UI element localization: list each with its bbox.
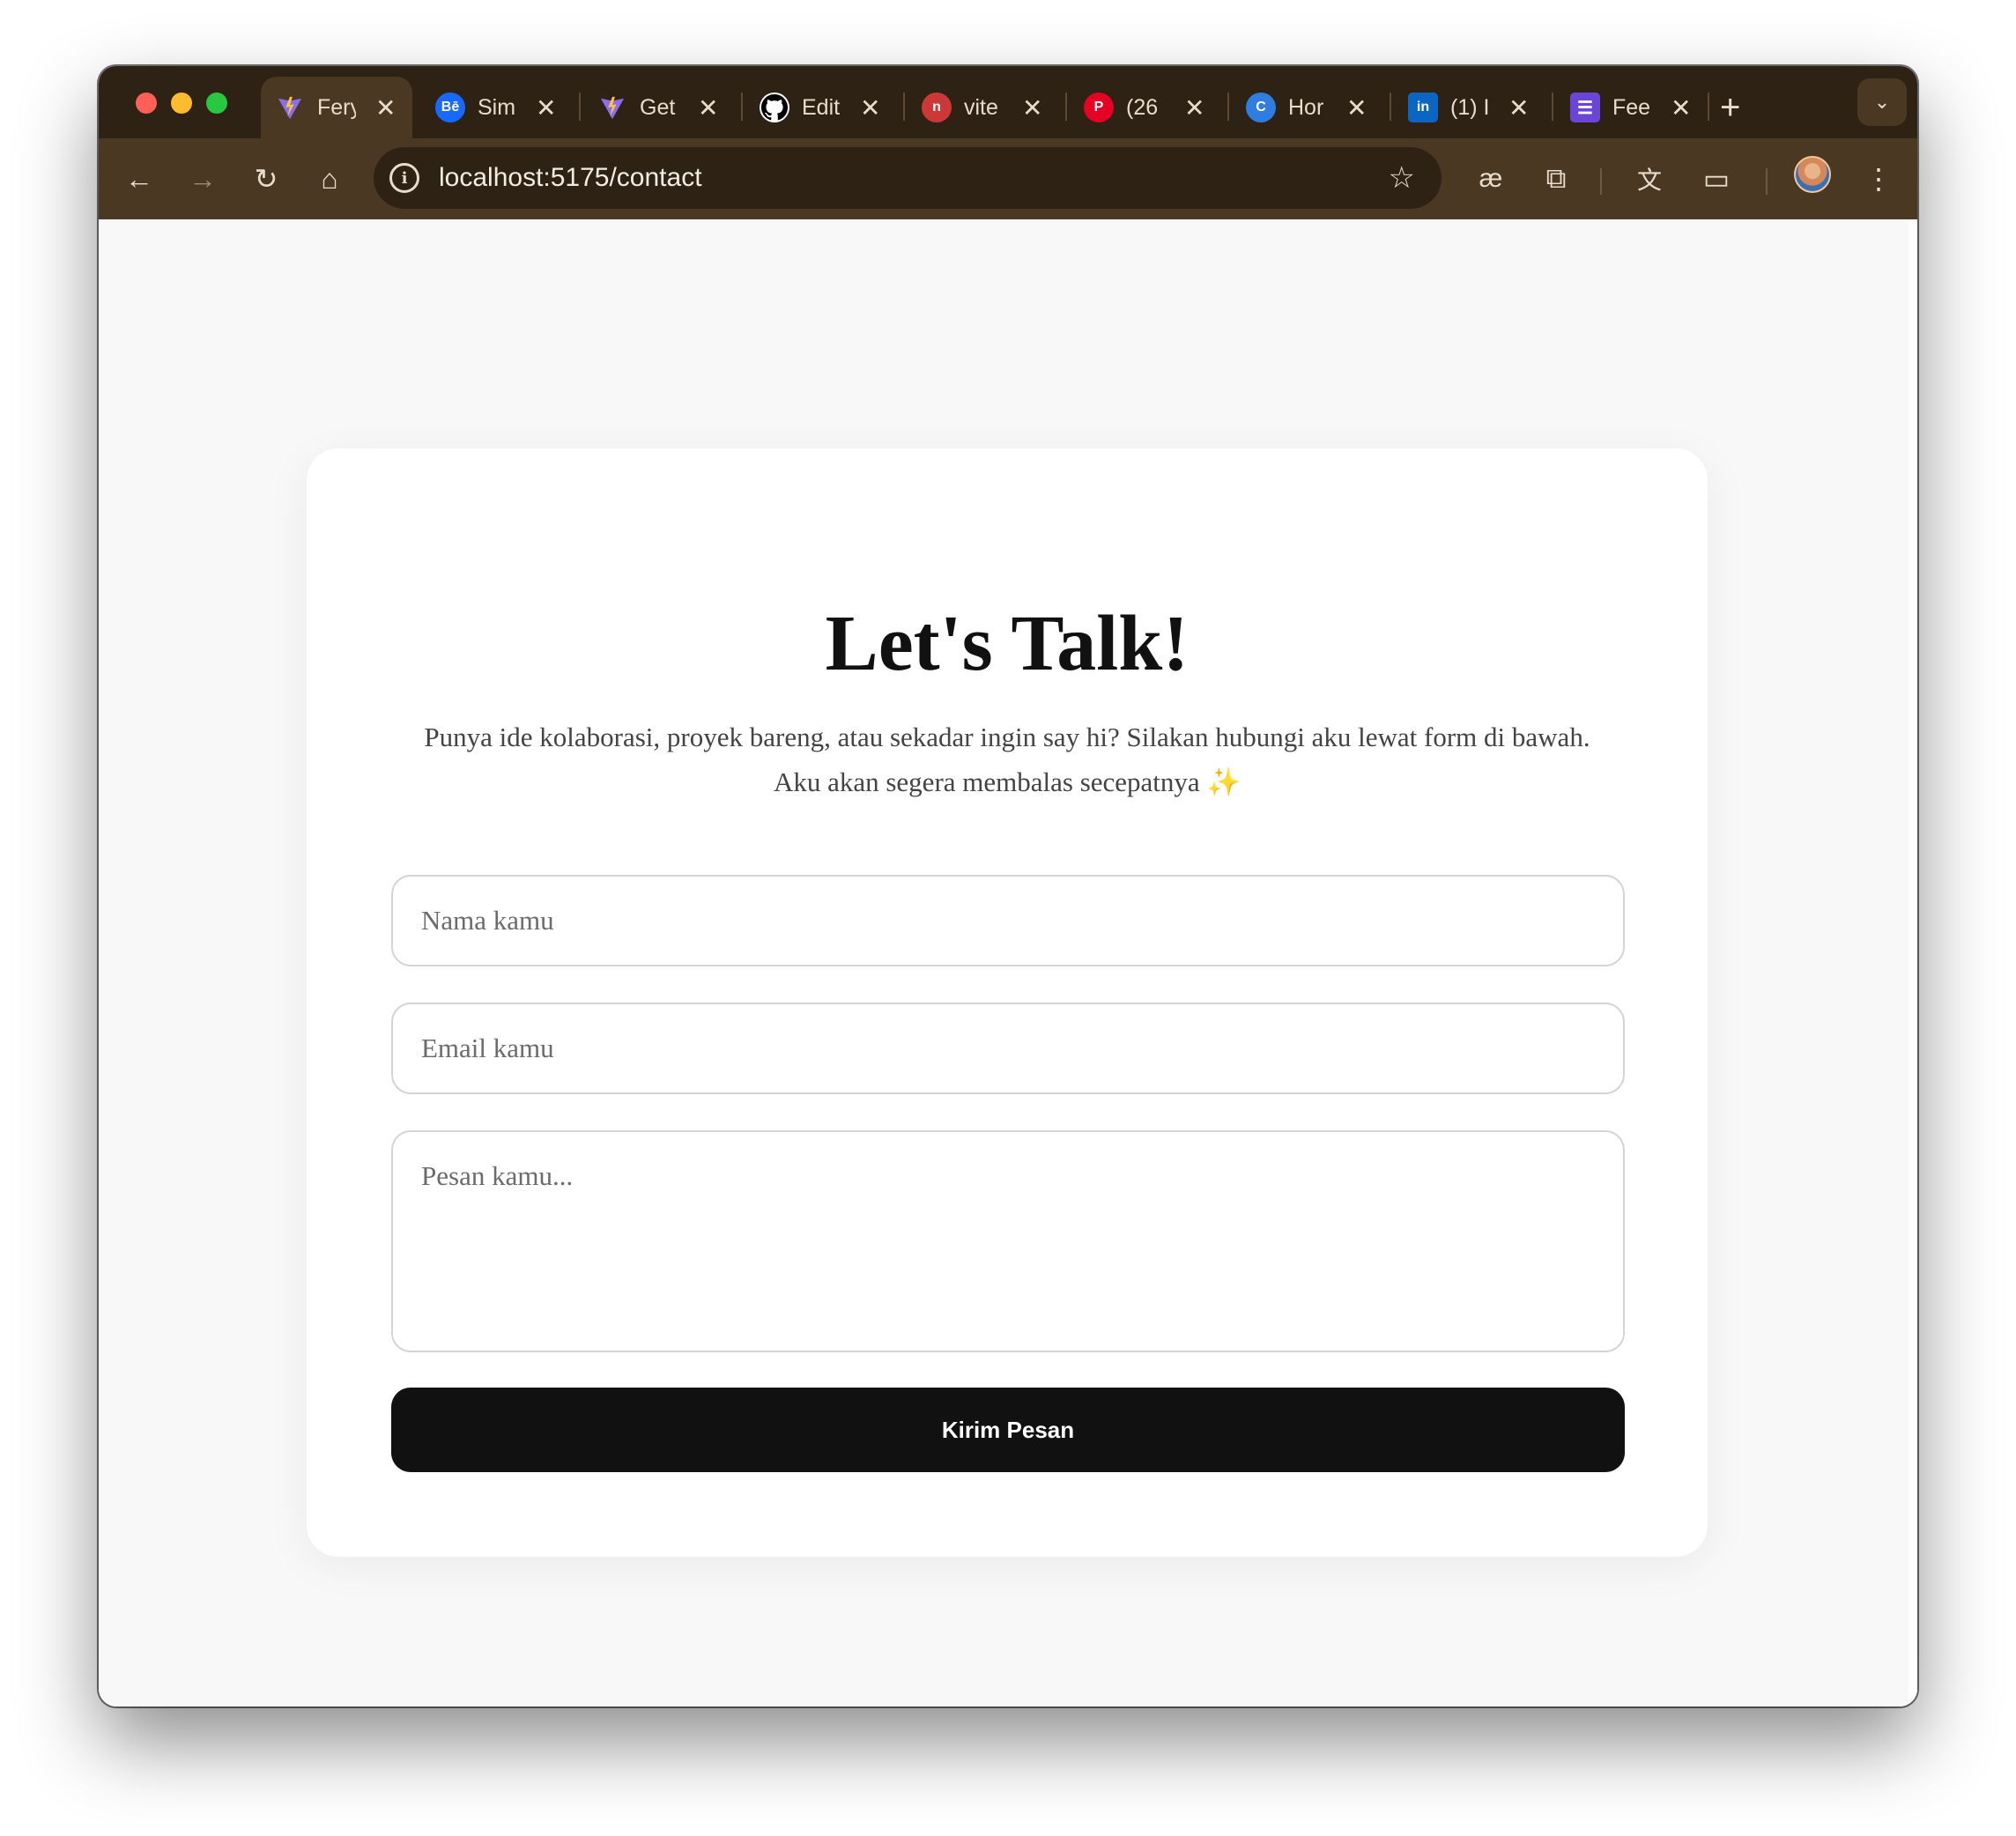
- tab-title: vite: [964, 94, 998, 120]
- site-info-icon[interactable]: i: [389, 163, 419, 193]
- more-vertical-icon: ⋮: [1864, 163, 1893, 195]
- tab-3[interactable]: Edit ✕: [745, 77, 897, 138]
- npm-icon: n: [922, 93, 952, 122]
- page-title: Let's Talk!: [825, 600, 1190, 687]
- close-icon[interactable]: ✕: [1671, 93, 1691, 122]
- list-icon: ☰: [1570, 93, 1600, 122]
- profile-avatar[interactable]: [1794, 156, 1831, 193]
- page-right-edge: [1909, 219, 1917, 1706]
- ae-extension-icon: æ: [1479, 164, 1503, 193]
- tab-7[interactable]: in (1) I ✕: [1394, 77, 1545, 138]
- close-icon[interactable]: ✕: [536, 93, 556, 122]
- page-viewport: Let's Talk! Punya ide kolaborasi, proyek…: [99, 219, 1917, 1706]
- close-icon[interactable]: ✕: [375, 93, 396, 122]
- close-icon[interactable]: ✕: [1022, 93, 1042, 122]
- tab-title: Edit: [802, 94, 841, 120]
- tab-5[interactable]: P (26 ✕: [1070, 77, 1221, 138]
- tab-separator: [1552, 93, 1553, 121]
- browser-toolbar: ← → ↻ ⌂ i localhost:5175/contact ☆ æ ⧉ 文…: [99, 138, 1917, 219]
- home-icon: ⌂: [321, 162, 338, 195]
- translate-button[interactable]: 文: [1628, 158, 1671, 200]
- address-bar[interactable]: i localhost:5175/contact ☆: [374, 147, 1442, 209]
- pinterest-icon: P: [1084, 93, 1114, 122]
- tab-strip: Fery ✕ Bē Sim ✕ Get ✕ Edit ✕ n vite ✕ P …: [99, 66, 1917, 138]
- minimize-window-button[interactable]: [171, 93, 192, 114]
- c-circle-icon: C: [1246, 93, 1276, 122]
- extensions-button[interactable]: ⧉: [1535, 158, 1577, 200]
- arrow-left-icon: ←: [125, 162, 153, 195]
- name-input[interactable]: [391, 875, 1625, 966]
- forward-button[interactable]: →: [182, 158, 224, 200]
- chevron-down-icon: ⌄: [1873, 91, 1891, 113]
- tab-separator: [579, 93, 581, 121]
- vite-logo-icon: [597, 93, 627, 122]
- tab-separator: [1065, 93, 1067, 121]
- maximize-window-button[interactable]: [206, 93, 227, 114]
- tab-search-button[interactable]: ⌄: [1857, 78, 1907, 126]
- close-window-button[interactable]: [136, 93, 157, 114]
- browser-menu-button[interactable]: ⋮: [1857, 158, 1900, 200]
- tab-6[interactable]: C Hor ✕: [1232, 77, 1383, 138]
- tab-separator: [1708, 93, 1709, 121]
- device-toggle-button[interactable]: ▭: [1695, 158, 1738, 200]
- tab-4[interactable]: n vite ✕: [908, 77, 1059, 138]
- tab-separator: [741, 93, 743, 121]
- puzzle-icon: ⧉: [1545, 162, 1567, 194]
- close-icon[interactable]: ✕: [1508, 93, 1529, 122]
- translate-icon: 文: [1636, 167, 1662, 194]
- close-icon[interactable]: ✕: [1184, 93, 1204, 122]
- tab-title: Get: [640, 94, 676, 120]
- extension-button[interactable]: æ: [1470, 158, 1512, 200]
- tab-0[interactable]: Fery ✕: [261, 77, 412, 138]
- behance-icon: Bē: [435, 93, 465, 122]
- contact-card: Let's Talk! Punya ide kolaborasi, proyek…: [307, 448, 1708, 1557]
- new-tab-button[interactable]: +: [1720, 77, 1740, 138]
- subtitle-line-2: Aku akan segera membalas secepatnya: [773, 766, 1200, 797]
- toolbar-separator: [1600, 168, 1602, 195]
- bookmark-star-icon[interactable]: ☆: [1389, 160, 1415, 196]
- back-button[interactable]: ←: [118, 158, 160, 200]
- subtitle-line-1: Punya ide kolaborasi, proyek bareng, ata…: [424, 722, 1590, 752]
- message-textarea[interactable]: [391, 1130, 1625, 1352]
- submit-button[interactable]: Kirim Pesan: [391, 1388, 1625, 1472]
- sparkle-icon: ✨: [1206, 766, 1241, 797]
- github-icon: [760, 93, 789, 122]
- tab-title: Sim: [478, 94, 516, 120]
- tab-title: (1) I: [1450, 94, 1489, 120]
- browser-window: Fery ✕ Bē Sim ✕ Get ✕ Edit ✕ n vite ✕ P …: [99, 66, 1917, 1706]
- devices-icon: ▭: [1702, 163, 1731, 195]
- tab-separator: [1227, 93, 1229, 121]
- tab-title: (26: [1126, 94, 1159, 120]
- reload-icon: ↻: [254, 163, 278, 195]
- tab-8[interactable]: ☰ Fee ✕: [1556, 77, 1708, 138]
- close-icon[interactable]: ✕: [1346, 93, 1367, 122]
- tab-2[interactable]: Get ✕: [583, 77, 735, 138]
- home-button[interactable]: ⌂: [308, 158, 351, 200]
- tab-title: Fee: [1612, 94, 1651, 120]
- close-icon[interactable]: ✕: [860, 93, 880, 122]
- tab-title: Hor: [1288, 94, 1324, 120]
- tab-separator: [903, 93, 905, 121]
- tab-title: Fery: [317, 94, 356, 120]
- arrow-right-icon: →: [189, 162, 217, 195]
- tab-1[interactable]: Bē Sim ✕: [421, 77, 573, 138]
- vite-logo-icon: [275, 93, 305, 122]
- toolbar-separator: [1766, 168, 1768, 195]
- page-subtitle: Punya ide kolaborasi, proyek bareng, ata…: [307, 714, 1708, 804]
- linkedin-icon: in: [1408, 93, 1438, 122]
- email-input[interactable]: [391, 1003, 1625, 1094]
- tab-separator: [1390, 93, 1391, 121]
- reload-button[interactable]: ↻: [245, 158, 287, 200]
- close-icon[interactable]: ✕: [698, 93, 718, 122]
- url-text: localhost:5175/contact: [439, 163, 702, 192]
